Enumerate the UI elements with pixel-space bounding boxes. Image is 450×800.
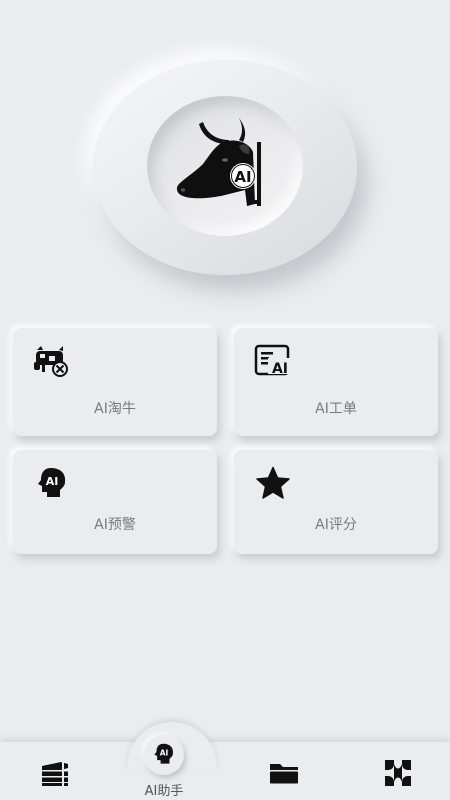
card-ai-gongdan[interactable]: AI AI工单 <box>234 328 438 436</box>
card-ai-taoniu[interactable]: AI淘牛 <box>13 328 217 436</box>
logo-badge-text: AI <box>234 168 251 186</box>
card-label: AI评分 <box>315 517 357 533</box>
app-screen: AI AI淘牛 AI AI工单 AI AI预警 AI评分 AI AI助手 <box>0 0 450 800</box>
nav-item-home[interactable] <box>39 760 71 786</box>
card-ai-yujing[interactable]: AI AI预警 <box>13 450 217 554</box>
card-label: AI预警 <box>94 517 136 533</box>
card-ai-pingfen[interactable]: AI评分 <box>234 450 438 554</box>
nav-item-apps[interactable] <box>382 758 414 788</box>
ai-bull-head-icon: AI <box>176 118 261 206</box>
nav-item-ai-assistant[interactable]: AI AI助手 <box>132 733 212 799</box>
nav-item-files[interactable] <box>268 760 300 786</box>
svg-text:AI: AI <box>272 361 288 377</box>
ai-head-icon: AI <box>154 743 173 764</box>
stack-icon <box>42 762 68 786</box>
card-label: AI工单 <box>315 401 357 417</box>
star-icon <box>256 466 290 499</box>
ai-assistant-button[interactable]: AI <box>144 735 184 775</box>
folder-icon <box>270 764 298 784</box>
ai-document-icon: AI <box>254 344 290 377</box>
cattle-icon <box>34 346 68 377</box>
card-label: AI淘牛 <box>94 401 136 417</box>
grid-cross-icon <box>385 760 411 786</box>
nav-item-label: AI助手 <box>144 784 184 799</box>
svg-text:AI: AI <box>46 475 59 488</box>
ai-head-icon: AI <box>38 468 66 497</box>
hero-logo-ring: AI <box>93 60 357 275</box>
svg-text:AI: AI <box>160 748 169 757</box>
